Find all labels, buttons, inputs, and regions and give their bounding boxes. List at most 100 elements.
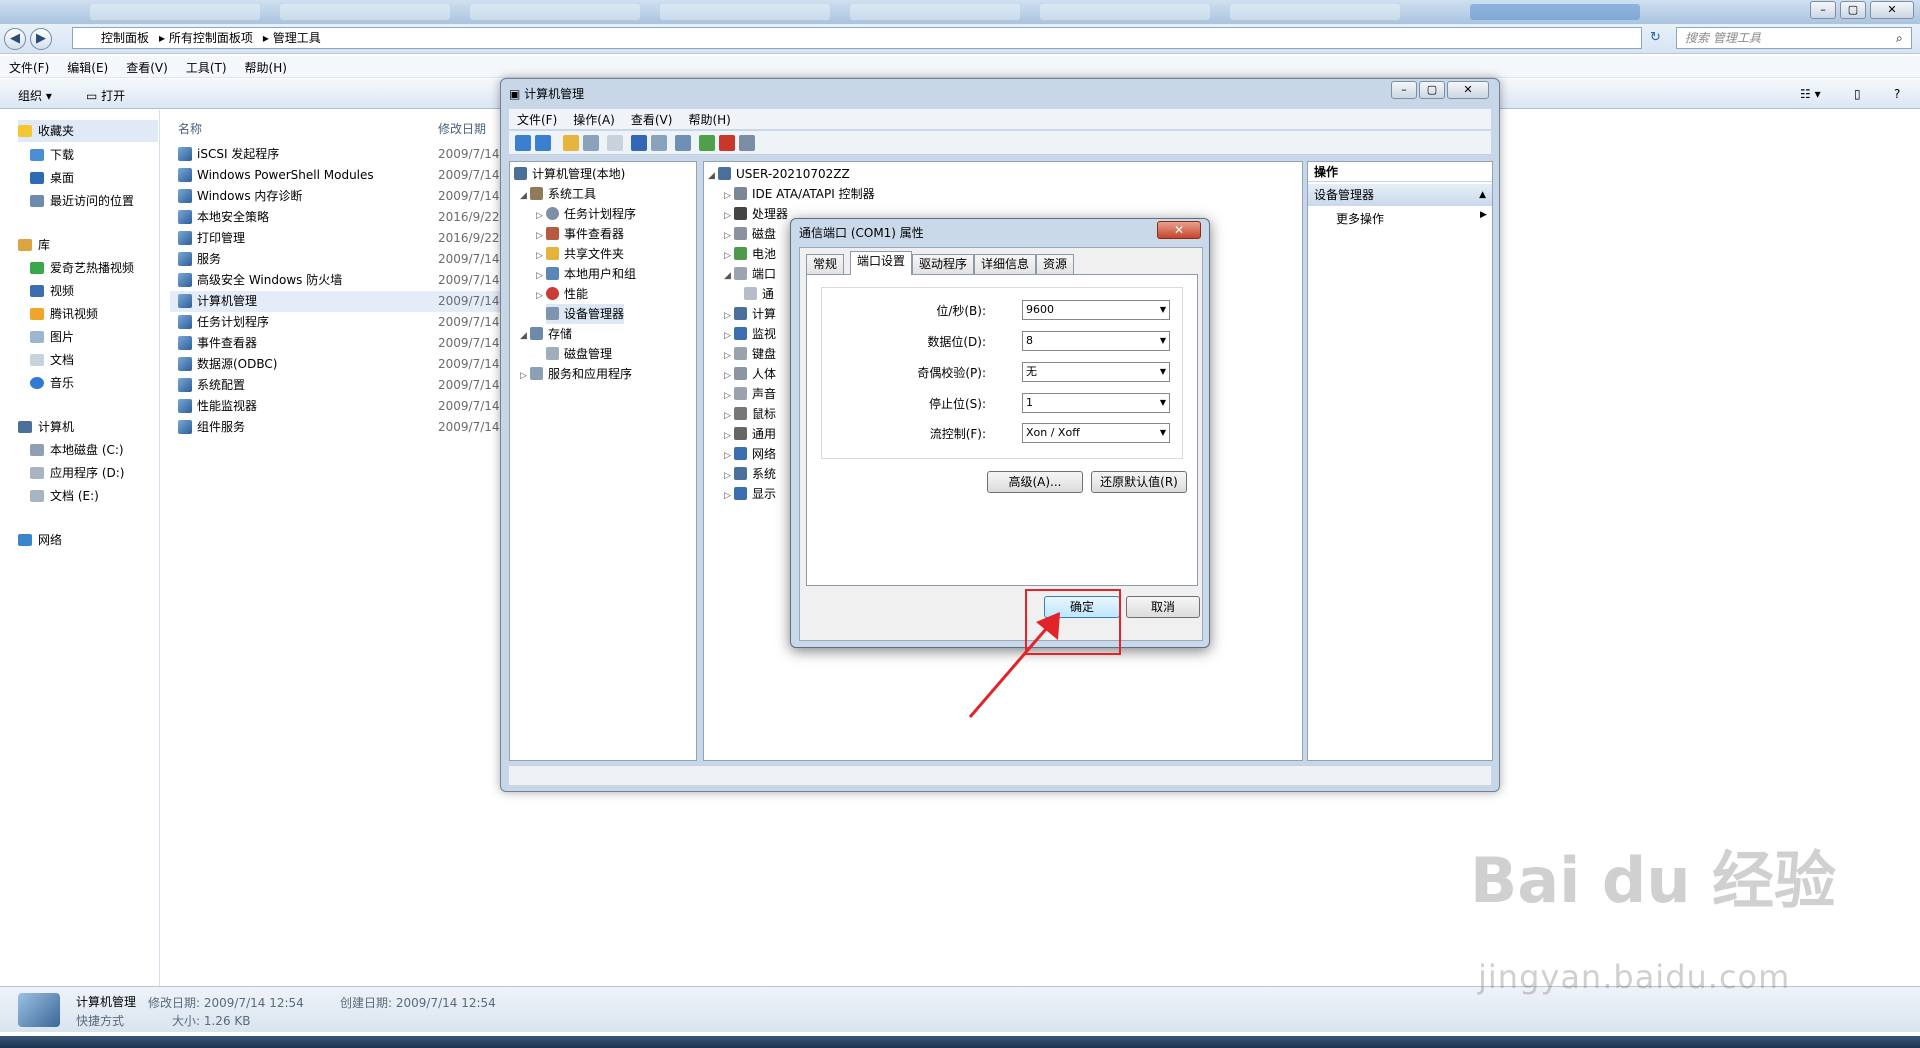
file-row[interactable]: 打印管理 2016/9/22 — [170, 228, 500, 249]
file-row[interactable]: 数据源(ODBC) 2009/7/14 — [170, 354, 500, 375]
file-row[interactable]: 性能监视器 2009/7/14 — [170, 396, 500, 417]
column-header-date[interactable]: 修改日期 — [438, 120, 486, 137]
file-row[interactable]: 事件查看器 2009/7/14 — [170, 333, 500, 354]
device-category[interactable]: ▷ 显示 — [724, 484, 776, 504]
tree-device-manager[interactable]: 设备管理器 — [546, 304, 625, 324]
nav-drive-d[interactable]: 应用程序 (D:) — [30, 462, 124, 484]
tree-root[interactable]: 计算机管理(本地) — [514, 164, 625, 184]
preview-pane-icon[interactable]: ▯ — [1854, 87, 1861, 101]
tree-services-apps[interactable]: ▷ 服务和应用程序 — [520, 364, 632, 384]
tab-general[interactable]: 常规 — [806, 254, 845, 274]
back-icon[interactable] — [515, 135, 531, 151]
minimize-button[interactable]: – — [1391, 81, 1417, 99]
device-category-ports[interactable]: ◢ 端口 — [724, 264, 776, 284]
disable-device-icon[interactable] — [739, 135, 755, 151]
cancel-button[interactable]: 取消 — [1126, 596, 1200, 618]
menu-view[interactable]: 查看(V) — [623, 109, 681, 130]
device-com1[interactable]: 通 — [744, 284, 774, 304]
nav-drive-c[interactable]: 本地磁盘 (C:) — [30, 439, 124, 461]
device-category[interactable]: ▷ 声音 — [724, 384, 776, 404]
properties-icon[interactable] — [607, 135, 623, 151]
favorites-node[interactable]: 收藏夹 — [18, 120, 158, 142]
menu-edit[interactable]: 编辑(E) — [58, 56, 117, 79]
breadcrumb-1[interactable]: 所有控制面板项 — [169, 31, 253, 45]
close-button[interactable]: ✕ — [1447, 81, 1489, 99]
stop-bits-select[interactable]: 1 ▼ — [1022, 393, 1170, 413]
tree-performance[interactable]: ▷ 性能 — [536, 284, 588, 304]
file-row[interactable]: 服务 2009/7/14 — [170, 249, 500, 270]
uninstall-icon[interactable] — [719, 135, 735, 151]
back-icon[interactable]: ◀ — [4, 28, 26, 50]
device-category[interactable]: ▷ 通用 — [724, 424, 776, 444]
search-icon[interactable]: ⌕ — [1896, 31, 1903, 46]
breadcrumb-0[interactable]: 控制面板 — [101, 31, 149, 45]
file-row[interactable]: 本地安全策略 2016/9/22 — [170, 207, 500, 228]
actions-device-manager[interactable]: 设备管理器 ▲ — [1308, 184, 1492, 206]
tree-task-scheduler[interactable]: ▷ 任务计划程序 — [536, 204, 636, 224]
device-category[interactable]: ▷ IDE ATA/ATAPI 控制器 — [724, 184, 875, 204]
nav-downloads[interactable]: 下载 — [30, 144, 74, 166]
minimize-button[interactable]: – — [1810, 1, 1836, 19]
forward-icon[interactable]: ▶ — [30, 28, 52, 50]
network-node[interactable]: 网络 — [18, 529, 62, 551]
organize-button[interactable]: 组织 ▾ — [18, 87, 52, 104]
tab-driver[interactable]: 驱动程序 — [912, 254, 975, 274]
refresh-icon[interactable]: ↻ — [1650, 30, 1661, 45]
menu-help[interactable]: 帮助(H) — [680, 109, 738, 130]
tab-resources[interactable]: 资源 — [1036, 254, 1075, 274]
device-root[interactable]: ◢ USER-20210702ZZ — [708, 164, 850, 184]
file-row-selected[interactable]: 计算机管理 2009/7/14 — [170, 291, 500, 312]
advanced-button[interactable]: 高级(A)... — [987, 471, 1083, 493]
menu-tools[interactable]: 工具(T) — [177, 56, 236, 79]
breadcrumb-2[interactable]: 管理工具 — [273, 31, 321, 45]
nav-desktop[interactable]: 桌面 — [30, 167, 74, 189]
console-tree-icon[interactable] — [583, 135, 599, 151]
device-category[interactable]: ▷ 电池 — [724, 244, 776, 264]
file-row[interactable]: 组件服务 2009/7/14 — [170, 417, 500, 438]
file-row[interactable]: 任务计划程序 2009/7/14 — [170, 312, 500, 333]
more-actions[interactable]: 更多操作 ▶ — [1336, 210, 1487, 227]
nav-drive-e[interactable]: 文档 (E:) — [30, 485, 99, 507]
update-driver-icon[interactable] — [699, 135, 715, 151]
data-bits-select[interactable]: 8 ▼ — [1022, 331, 1170, 351]
device-category[interactable]: ▷ 键盘 — [724, 344, 776, 364]
tree-storage[interactable]: ◢ 存储 — [520, 324, 572, 344]
nav-pictures[interactable]: 图片 — [30, 326, 74, 348]
parity-select[interactable]: 无 ▼ — [1022, 362, 1170, 382]
tree-system-tools[interactable]: ◢ 系统工具 — [520, 184, 596, 204]
maximize-button[interactable]: ▢ — [1840, 1, 1866, 19]
computer-node[interactable]: 计算机 — [18, 416, 74, 438]
menu-file[interactable]: 文件(F) — [509, 109, 565, 130]
menu-action[interactable]: 操作(A) — [565, 109, 623, 130]
tree-event-viewer[interactable]: ▷ 事件查看器 — [536, 224, 624, 244]
bits-per-second-select[interactable]: 9600 ▼ — [1022, 300, 1170, 320]
device-category[interactable]: ▷ 计算 — [724, 304, 776, 324]
close-button[interactable]: ✕ — [1870, 1, 1914, 19]
nav-recent[interactable]: 最近访问的位置 — [30, 190, 134, 212]
show-hide-icon[interactable] — [651, 135, 667, 151]
file-row[interactable]: iSCSI 发起程序 2009/7/14 — [170, 144, 500, 165]
device-category[interactable]: ▷ 鼠标 — [724, 404, 776, 424]
scan-hardware-icon[interactable] — [675, 135, 691, 151]
help-icon[interactable] — [631, 135, 647, 151]
menu-help[interactable]: 帮助(H) — [236, 56, 296, 79]
file-row[interactable]: 系统配置 2009/7/14 — [170, 375, 500, 396]
nav-music[interactable]: 音乐 — [30, 372, 74, 394]
open-button[interactable]: ▭ 打开 — [86, 87, 125, 104]
tab-details[interactable]: 详细信息 — [974, 254, 1037, 274]
library-node[interactable]: 库 — [18, 234, 50, 256]
file-row[interactable]: 高级安全 Windows 防火墙 2009/7/14 — [170, 270, 500, 291]
column-header-name[interactable]: 名称 — [178, 120, 202, 137]
menu-view[interactable]: 查看(V) — [117, 56, 177, 79]
nav-iqiyi[interactable]: 爱奇艺热播视频 — [30, 257, 134, 279]
search-input[interactable]: 搜索 管理工具 — [1676, 27, 1912, 49]
nav-documents[interactable]: 文档 — [30, 349, 74, 371]
flow-control-select[interactable]: Xon / Xoff ▼ — [1022, 423, 1170, 443]
forward-icon[interactable] — [535, 135, 551, 151]
device-category[interactable]: ▷ 磁盘 — [724, 224, 776, 244]
device-category[interactable]: ▷ 人体 — [724, 364, 776, 384]
tree-local-users[interactable]: ▷ 本地用户和组 — [536, 264, 636, 284]
file-row[interactable]: Windows 内存诊断 2009/7/14 — [170, 186, 500, 207]
dialog-close-button[interactable]: ✕ — [1157, 221, 1201, 239]
address-bar[interactable]: 控制面板 ▸ 所有控制面板项 ▸ 管理工具 — [72, 27, 1642, 49]
